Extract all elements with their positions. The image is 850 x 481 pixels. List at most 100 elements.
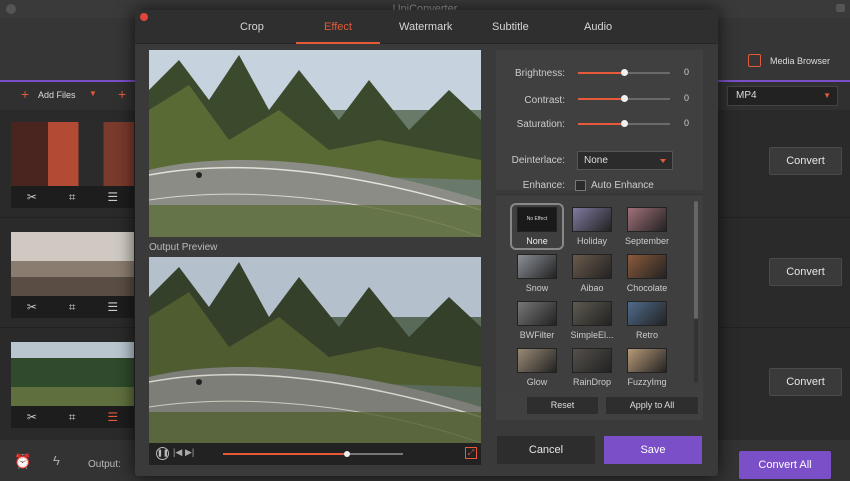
crop-icon[interactable]: ⌗	[69, 410, 76, 425]
output-preview	[149, 257, 481, 443]
effect-swatch	[517, 254, 557, 279]
effect-swatch	[572, 207, 612, 232]
add-files-button[interactable]: Add Files	[38, 90, 76, 100]
original-preview	[149, 50, 481, 237]
previous-frame-icon[interactable]: |◀	[173, 447, 182, 458]
reset-button[interactable]: Reset	[527, 397, 598, 414]
tab-audio[interactable]: Audio	[584, 21, 612, 33]
brightness-slider[interactable]	[578, 69, 670, 76]
effect-swatch	[627, 348, 667, 373]
saturation-slider-fill	[578, 123, 624, 125]
video-thumbnail[interactable]	[11, 342, 134, 406]
effect-name: Aibao	[580, 283, 604, 293]
schedule-icon[interactable]: ⏰	[14, 453, 31, 470]
output-format-select[interactable]: MP4 ▼	[727, 86, 838, 106]
effect-filter-grid: No Effect None Holiday September Snow Aibao Ch…	[496, 194, 703, 390]
contrast-slider-handle[interactable]	[621, 95, 628, 102]
contrast-slider[interactable]	[578, 95, 670, 102]
saturation-slider[interactable]	[578, 120, 670, 127]
effect-item-fuzzyimg[interactable]: FuzzyImg	[624, 348, 670, 387]
next-frame-icon[interactable]: ▶|	[185, 447, 194, 458]
contrast-label: Contrast:	[524, 95, 565, 106]
effect-swatch	[627, 301, 667, 326]
cancel-button[interactable]: Cancel	[497, 436, 595, 464]
effect-swatch	[627, 207, 667, 232]
tab-watermark[interactable]: Watermark	[399, 21, 452, 33]
effect-item-bwfilter[interactable]: BWFilter	[514, 301, 560, 340]
adjustment-panel: Brightness: 0 Contrast: 0 Saturation: 0 …	[496, 50, 703, 191]
effect-item-september[interactable]: September	[624, 207, 670, 246]
crop-icon[interactable]: ⌗	[69, 300, 76, 315]
lightning-icon[interactable]: ϟ	[53, 453, 60, 468]
effect-item-raindrop[interactable]: RainDrop	[569, 348, 615, 387]
deinterlace-select[interactable]: None	[577, 151, 673, 170]
save-button[interactable]: Save	[604, 436, 702, 464]
playback-slider[interactable]	[223, 451, 403, 457]
effect-swatch	[572, 301, 612, 326]
brightness-slider-fill	[578, 72, 624, 74]
output-label: Output:	[88, 459, 121, 470]
effect-name: RainDrop	[572, 377, 612, 387]
effect-item-holiday[interactable]: Holiday	[569, 207, 615, 246]
effect-name: Retro	[635, 330, 658, 340]
pause-icon[interactable]: ❚❚	[156, 447, 169, 460]
playback-bar: ❚❚ |◀ ▶| ⤢	[149, 443, 481, 465]
add-icon[interactable]: +	[21, 86, 29, 102]
contrast-value: 0	[684, 93, 690, 103]
tab-subtitle[interactable]: Subtitle	[492, 21, 529, 33]
effect-item-none[interactable]: No Effect None	[510, 203, 564, 250]
auto-enhance-checkbox[interactable]	[575, 180, 586, 191]
settings-sliders-icon[interactable]: ☰	[107, 190, 118, 204]
effect-name: Glow	[526, 377, 548, 387]
output-preview-label: Output Preview	[149, 242, 218, 253]
settings-sliders-icon[interactable]: ☰	[107, 300, 118, 314]
settings-sliders-icon[interactable]: ☰	[107, 410, 118, 424]
effect-item-retro[interactable]: Retro	[624, 301, 670, 340]
fullscreen-icon[interactable]: ⤢	[465, 447, 477, 459]
dialog-close-button[interactable]	[140, 13, 148, 21]
brightness-value: 0	[684, 67, 690, 77]
window-close-button[interactable]	[6, 4, 16, 14]
effect-item-aibao[interactable]: Aibao	[569, 254, 615, 293]
auto-enhance-label[interactable]: Auto Enhance	[591, 180, 654, 191]
effect-name: BWFilter	[519, 330, 555, 340]
playback-slider-handle[interactable]	[344, 451, 351, 457]
edit-dialog: Crop Effect Watermark Subtitle Audio Out…	[135, 10, 718, 476]
convert-all-button[interactable]: Convert All	[739, 451, 831, 479]
video-thumbnail[interactable]	[11, 122, 134, 186]
media-browser-label[interactable]: Media Browser	[770, 56, 830, 66]
convert-button[interactable]: Convert	[769, 147, 842, 175]
effect-name: SimpleEl...	[570, 330, 614, 340]
thumbnail-tools: ✂ ⌗ ☰	[11, 296, 134, 318]
video-thumbnail[interactable]	[11, 232, 134, 296]
effect-name: None	[526, 236, 548, 246]
playback-progress	[223, 453, 348, 455]
add-files-dropdown-icon[interactable]: ▼	[89, 89, 97, 98]
brightness-label: Brightness:	[514, 68, 565, 79]
effect-item-glow[interactable]: Glow	[514, 348, 560, 387]
effects-scrollbar-thumb[interactable]	[694, 201, 698, 319]
brightness-slider-handle[interactable]	[621, 69, 628, 76]
scissors-icon[interactable]: ✂	[27, 300, 37, 314]
effect-item-chocolate[interactable]: Chocolate	[624, 254, 670, 293]
media-browser-icon[interactable]	[748, 54, 761, 67]
tab-effect[interactable]: Effect	[324, 21, 352, 33]
chat-icon[interactable]	[836, 4, 845, 12]
effect-swatch	[517, 301, 557, 326]
crop-icon[interactable]: ⌗	[69, 190, 76, 205]
apply-to-all-button[interactable]: Apply to All	[606, 397, 698, 414]
scissors-icon[interactable]: ✂	[27, 410, 37, 424]
effect-item-snow[interactable]: Snow	[514, 254, 560, 293]
convert-button[interactable]: Convert	[769, 258, 842, 286]
effect-item-simpleel[interactable]: SimpleEl...	[569, 301, 615, 340]
effect-name: FuzzyImg	[627, 377, 667, 387]
deinterlace-label: Deinterlace:	[511, 155, 565, 166]
convert-button[interactable]: Convert	[769, 368, 842, 396]
effects-scrollbar[interactable]	[694, 201, 698, 383]
tab-crop[interactable]: Crop	[240, 21, 264, 33]
scissors-icon[interactable]: ✂	[27, 190, 37, 204]
saturation-slider-handle[interactable]	[621, 120, 628, 127]
effect-name: Chocolate	[626, 283, 668, 293]
thumbnail-tools: ✂ ⌗ ☰	[11, 186, 134, 208]
add-more-icon[interactable]: +	[118, 86, 126, 102]
